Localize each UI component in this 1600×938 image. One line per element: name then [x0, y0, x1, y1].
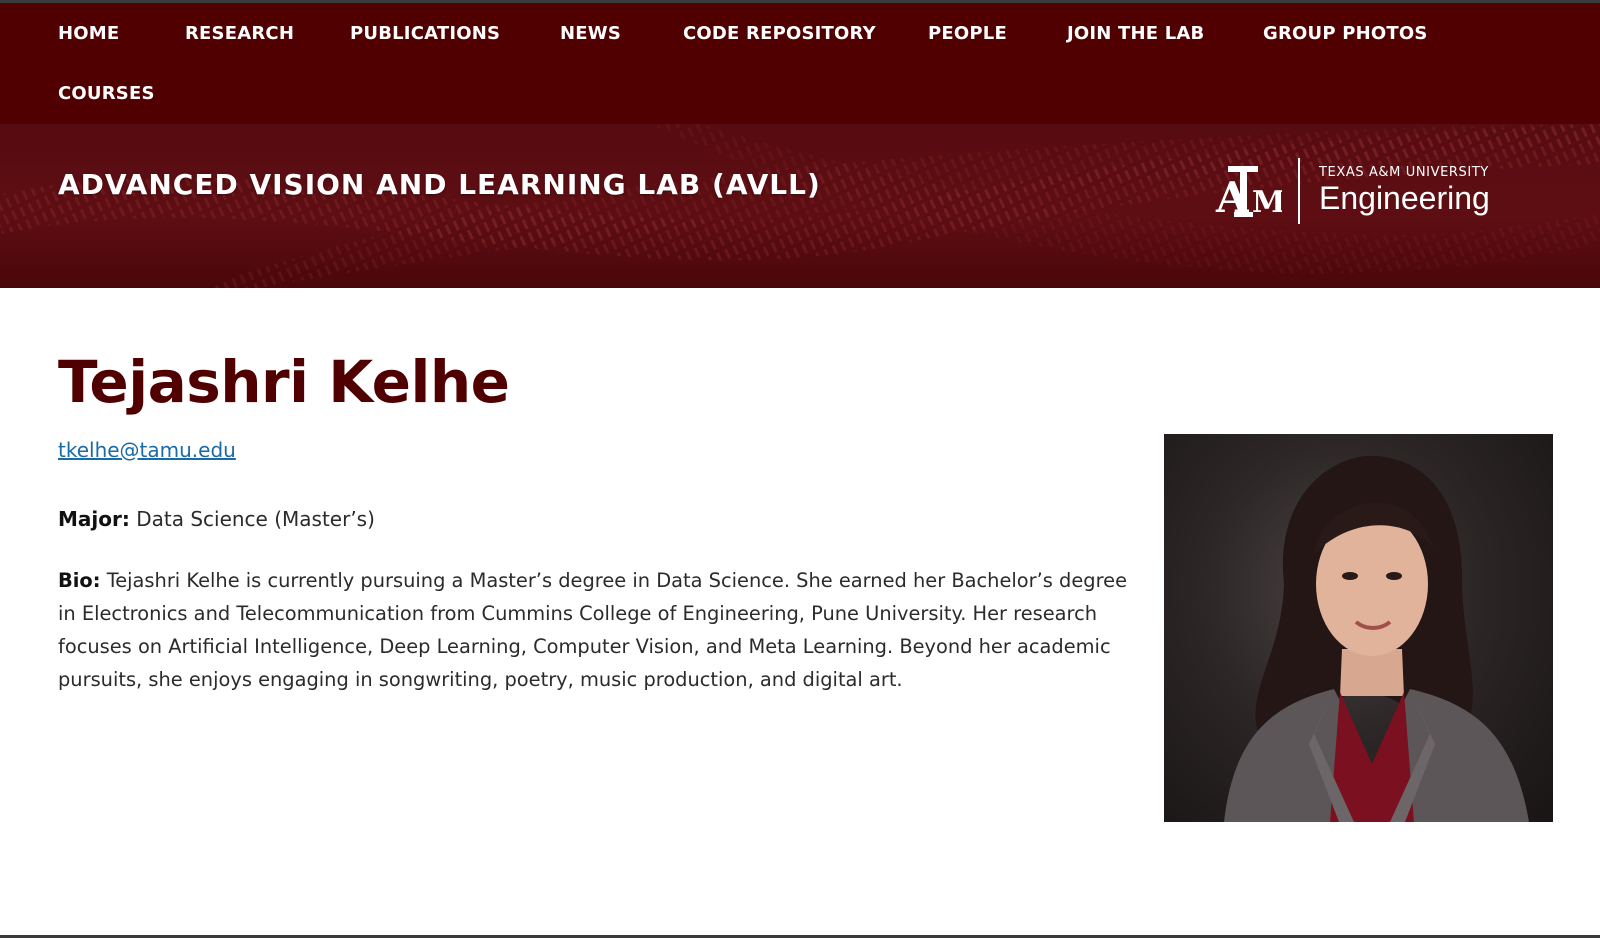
- lab-title: ADVANCED VISION AND LEARNING LAB (AVLL): [58, 168, 821, 201]
- email-link[interactable]: tkelhe@tamu.edu: [58, 438, 236, 462]
- main-navigation: HOME RESEARCH PUBLICATIONS NEWS CODE REP…: [0, 3, 1600, 124]
- nav-group-photos-link[interactable]: GROUP PHOTOS: [1263, 23, 1428, 44]
- major-value: Data Science (Master’s): [136, 507, 375, 531]
- nav-home-link[interactable]: HOME: [58, 23, 119, 44]
- nav-courses-link[interactable]: COURSES: [58, 83, 155, 104]
- major-label: Major:: [58, 507, 130, 531]
- brand-engineering-text: Engineering: [1319, 180, 1490, 216]
- bio-label: Bio:: [58, 569, 101, 592]
- brand-university-text: TEXAS A&M UNIVERSITY: [1319, 165, 1489, 180]
- tamu-engineering-brand[interactable]: A M TEXAS A&M UNIVERSITY Engineering: [1214, 158, 1514, 228]
- nav-code-repository-link[interactable]: CODE REPOSITORY: [683, 23, 876, 44]
- bio-text: Tejashri Kelhe is currently pursuing a M…: [58, 569, 1128, 691]
- nav-news-link[interactable]: NEWS: [560, 23, 621, 44]
- nav-research-link[interactable]: RESEARCH: [185, 23, 294, 44]
- profile-portrait-image: [1224, 455, 1529, 822]
- profile-photo: [1164, 434, 1553, 822]
- nav-join-the-lab-link[interactable]: JOIN THE LAB: [1067, 23, 1204, 44]
- nav-people-link[interactable]: PEOPLE: [928, 23, 1007, 44]
- brand-divider: [1298, 158, 1300, 224]
- bio-paragraph: Bio: Tejashri Kelhe is currently pursuin…: [58, 564, 1148, 696]
- major-line: Major: Data Science (Master’s): [58, 507, 375, 531]
- lab-banner: ADVANCED VISION AND LEARNING LAB (AVLL) …: [0, 124, 1600, 288]
- svg-text:M: M: [1252, 185, 1282, 220]
- person-name-heading: Tejashri Kelhe: [58, 348, 510, 416]
- atm-logo-icon: A M: [1215, 166, 1282, 220]
- nav-publications-link[interactable]: PUBLICATIONS: [350, 23, 500, 44]
